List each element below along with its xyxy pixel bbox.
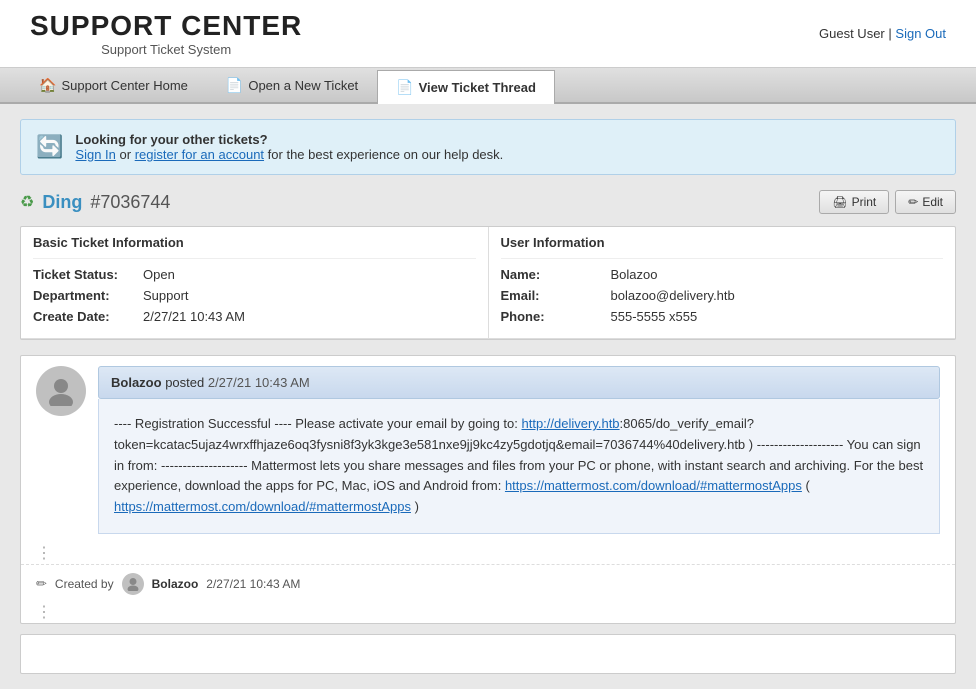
delivery-htb-link[interactable]: http://delivery.htb [522,416,620,431]
footer-avatar [122,573,144,595]
banner-or: or [120,147,135,162]
banner-icon: 🔄 [36,134,63,160]
ticket-number: #7036744 [90,192,170,213]
logo: SUPPORT CENTER Support Ticket System [30,10,302,57]
email-row: Email: bolazoo@delivery.htb [501,288,944,303]
basic-info-section: Basic Ticket Information Ticket Status: … [21,227,489,338]
print-button[interactable]: 🖨 Print [819,190,889,214]
tab-home[interactable]: 🏠 Support Center Home [20,68,207,102]
avatar-icon [46,376,76,406]
footer-created-date: 2/27/21 10:43 AM [206,577,300,591]
mattermost-link-2[interactable]: https://mattermost.com/download/#matterm… [114,499,411,514]
refresh-icon: ♻ [20,192,34,212]
status-label: Ticket Status: [33,267,143,282]
dept-row: Department: Support [33,288,476,303]
dept-label: Department: [33,288,143,303]
phone-value: 555-5555 x555 [611,309,698,324]
ticket-name: Ding [42,192,82,213]
post-time: 2/27/21 10:43 AM [208,375,310,390]
ticket-title: ♻ Ding #7036744 [20,192,170,213]
register-link[interactable]: register for an account [135,147,264,162]
ticket-actions: 🖨 Print ✏ Edit [819,190,956,214]
header: SUPPORT CENTER Support Ticket System Gue… [0,0,976,68]
sign-in-link[interactable]: Sign In [75,147,115,162]
footer-creator-name: Bolazoo [152,577,199,591]
tab-view-thread-label: View Ticket Thread [419,80,536,95]
basic-info-title: Basic Ticket Information [33,235,476,259]
date-label: Create Date: [33,309,143,324]
name-label: Name: [501,267,611,282]
pencil-icon: ✏ [36,576,47,592]
date-value: 2/27/21 10:43 AM [143,309,245,324]
info-table: Basic Ticket Information Ticket Status: … [20,226,956,340]
date-row: Create Date: 2/27/21 10:43 AM [33,309,476,324]
print-label: Print [852,195,877,209]
edit-button[interactable]: ✏ Edit [895,190,956,214]
edit-label: Edit [922,195,943,209]
status-value: Open [143,267,175,282]
ticket-title-row: ♻ Ding #7036744 🖨 Print ✏ Edit [20,190,956,214]
post-header-info: Bolazoo posted 2/27/21 10:43 AM [111,375,310,390]
nav-tabs: 🏠 Support Center Home 📄 Open a New Ticke… [0,68,976,104]
phone-row: Phone: 555-5555 x555 [501,309,944,324]
poster-name: Bolazoo [111,375,162,390]
avatar [36,366,86,416]
post-content: Bolazoo posted 2/27/21 10:43 AM ---- Reg… [98,366,940,534]
footer-avatar-icon [126,577,140,591]
tab-new-ticket-label: Open a New Ticket [248,78,358,93]
name-value: Bolazoo [611,267,658,282]
guest-user-label: Guest User [819,26,885,41]
dots-divider-2: ⋮ [21,603,955,623]
mattermost-link[interactable]: https://mattermost.com/download/#matterm… [505,478,802,493]
post-footer: ✏ Created by Bolazoo 2/27/21 10:43 AM [21,564,955,603]
main-content: 🔄 Looking for your other tickets? Sign I… [0,104,976,689]
edit-icon: ✏ [908,195,918,209]
status-row: Ticket Status: Open [33,267,476,282]
dept-value: Support [143,288,189,303]
post-text-4: ) [411,499,419,514]
tab-home-label: Support Center Home [61,78,187,93]
banner-suffix: for the best experience on our help desk… [268,147,504,162]
post-body: ---- Registration Successful ---- Please… [98,399,940,534]
site-title: SUPPORT CENTER [30,10,302,42]
post-text-3: ( [802,478,810,493]
ticket-thread: Bolazoo posted 2/27/21 10:43 AM ---- Reg… [20,355,956,624]
home-icon: 🏠 [39,77,56,94]
phone-label: Phone: [501,309,611,324]
created-by-label: Created by [55,577,114,591]
post-wrapper: Bolazoo posted 2/27/21 10:43 AM ---- Reg… [21,356,955,544]
view-thread-icon: 📄 [396,79,413,96]
email-label: Email: [501,288,611,303]
info-banner: 🔄 Looking for your other tickets? Sign I… [20,119,956,175]
dots-divider: ⋮ [21,544,955,564]
name-row: Name: Bolazoo [501,267,944,282]
user-info-title: User Information [501,235,944,259]
posted-label: posted [165,375,208,390]
printer-icon: 🖨 [832,195,847,209]
separator: | [888,26,891,41]
new-ticket-icon: 📄 [226,77,243,94]
tab-view-thread[interactable]: 📄 View Ticket Thread [377,70,555,104]
banner-heading: Looking for your other tickets? [75,132,267,147]
site-subtitle: Support Ticket System [30,42,302,57]
banner-text: Looking for your other tickets? Sign In … [75,132,503,162]
tab-new-ticket[interactable]: 📄 Open a New Ticket [207,68,377,102]
post-header: Bolazoo posted 2/27/21 10:43 AM [98,366,940,399]
user-info-section: User Information Name: Bolazoo Email: bo… [489,227,956,338]
user-info: Guest User | Sign Out [819,26,946,41]
sign-out-link[interactable]: Sign Out [895,26,946,41]
post-text-1: ---- Registration Successful ---- Please… [114,416,522,431]
email-value: bolazoo@delivery.htb [611,288,735,303]
